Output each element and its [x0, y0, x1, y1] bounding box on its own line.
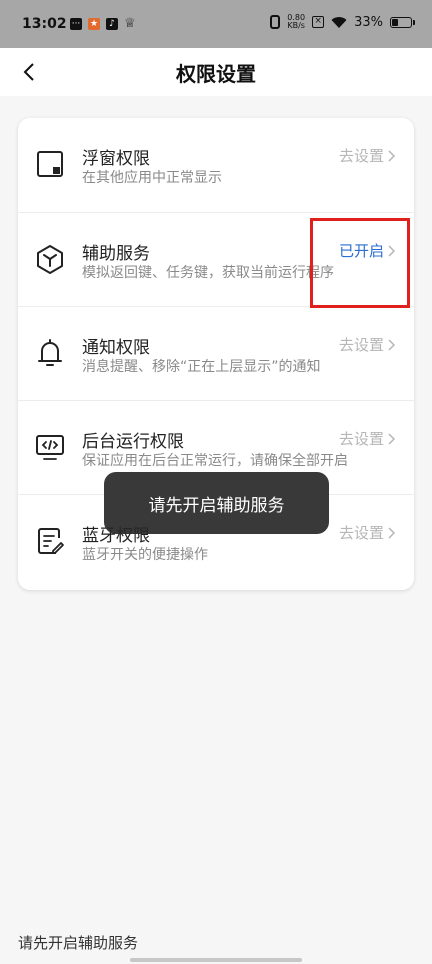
permission-row-accessibility[interactable]: 辅助服务 模拟返回键、任务键，获取当前运行程序 已开启 — [18, 212, 414, 307]
network-speed-unit: KB/s — [287, 21, 305, 30]
action-label: 去设置 — [338, 147, 384, 165]
wifi-icon — [331, 16, 347, 28]
notification-icons: ··· ★ ♪ ♕ — [70, 16, 136, 31]
floating-window-icon — [37, 151, 63, 177]
battery-icon — [390, 16, 415, 28]
bottom-hint-text: 请先开启辅助服务 — [18, 934, 139, 952]
permission-desc: 消息提醒、移除“正在上层显示”的通知 — [82, 359, 321, 375]
permission-row-notification[interactable]: 通知权限 消息提醒、移除“正在上层显示”的通知 去设置 — [18, 306, 414, 401]
permission-title: 辅助服务 — [82, 244, 150, 264]
vibrate-icon — [270, 15, 281, 29]
app-header: 权限设置 — [0, 48, 432, 96]
chat-app-icon: ··· — [70, 17, 82, 30]
permission-action[interactable]: 去设置 — [339, 334, 396, 355]
permission-title: 后台运行权限 — [82, 432, 184, 452]
permission-title: 通知权限 — [82, 338, 150, 358]
chevron-right-icon — [388, 149, 396, 162]
permission-row-floating-window[interactable]: 浮窗权限 在其他应用中正常显示 去设置 — [18, 118, 414, 212]
monitor-code-icon — [36, 435, 64, 460]
permission-desc: 模拟返回键、任务键，获取当前运行程序 — [82, 265, 334, 281]
shopping-app-icon: ★ — [88, 17, 100, 30]
network-speed: 0.80 KB/s — [287, 14, 305, 30]
permission-action[interactable]: 去设置 — [339, 522, 396, 543]
bell-icon — [38, 339, 62, 366]
chevron-right-icon — [388, 432, 396, 445]
permission-desc: 在其他应用中正常显示 — [82, 170, 222, 186]
battery-fill — [392, 18, 398, 26]
permission-action-enabled[interactable]: 已开启 — [339, 240, 396, 261]
cube-icon — [37, 245, 63, 274]
action-label: 已开启 — [338, 242, 384, 260]
tiktok-icon: ♪ — [106, 17, 118, 30]
action-label: 去设置 — [338, 430, 384, 448]
permission-title: 浮窗权限 — [82, 149, 150, 169]
permission-action[interactable]: 去设置 — [339, 428, 396, 449]
status-bar: 13:02 ··· ★ ♪ ♕ 0.80 KB/s × 33% — [0, 0, 432, 48]
action-label: 去设置 — [338, 524, 384, 542]
edit-document-icon — [38, 528, 64, 554]
crown-icon: ♕ — [124, 16, 136, 31]
home-indicator[interactable] — [130, 958, 302, 962]
chevron-right-icon — [388, 526, 396, 539]
battery-percent: 33% — [354, 14, 383, 30]
chevron-right-icon — [388, 244, 396, 257]
action-label: 去设置 — [338, 336, 384, 354]
permission-desc: 保证应用在后台正常运行，请确保全部开启 — [82, 453, 348, 469]
status-right: 0.80 KB/s × 33% — [270, 14, 415, 30]
page-title: 权限设置 — [176, 62, 256, 86]
permission-action[interactable]: 去设置 — [339, 145, 396, 166]
no-sim-icon: × — [312, 16, 325, 28]
chevron-right-icon — [388, 338, 396, 351]
permission-desc: 蓝牙开关的便捷操作 — [82, 547, 208, 563]
status-time: 13:02 — [22, 16, 67, 32]
toast-message: 请先开启辅助服务 — [104, 472, 329, 534]
